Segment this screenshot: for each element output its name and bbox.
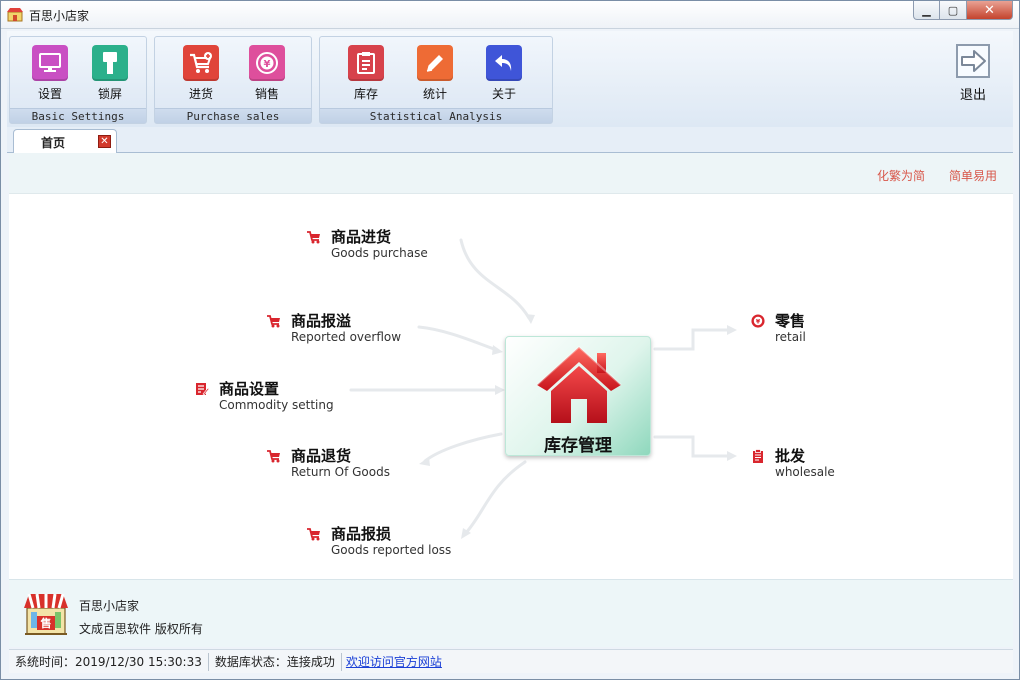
inventory-button[interactable]: 库存 xyxy=(338,45,394,102)
tab-bar: 首页 ✕ xyxy=(7,127,1013,154)
ribbon-group-statistical-analysis: 库存 统计 关于 Statistical Analysis xyxy=(319,36,553,124)
group-label-statistical-analysis: Statistical Analysis xyxy=(320,108,552,123)
statistics-button[interactable]: 统计 xyxy=(407,45,463,102)
home-content: 化繁为简 简单易用 商品进货 Goods purchase 商品报溢 Repor… xyxy=(9,153,1013,579)
window-controls: ▁ ▢ ✕ xyxy=(913,1,1013,21)
node-retail-title: 零售 xyxy=(775,312,806,330)
inventory-management-hub[interactable]: 库存管理 xyxy=(505,336,651,456)
node-commodity-setting-title: 商品设置 xyxy=(219,380,280,398)
group-label-basic-settings: Basic Settings xyxy=(10,108,146,123)
slogan-simplify: 化繁为简 xyxy=(877,169,926,183)
clipboard-icon xyxy=(753,449,763,463)
slogan-strip: 化繁为简 简单易用 xyxy=(9,153,1013,194)
node-wholesale-sub: wholesale xyxy=(775,465,835,479)
slogan-easy: 简单易用 xyxy=(949,169,998,183)
purchase-button[interactable]: 进货 xyxy=(173,45,229,102)
maximize-icon: ▢ xyxy=(947,3,959,17)
cart-icon xyxy=(307,231,320,244)
house-icon xyxy=(536,345,622,423)
window-title: 百思小店家 xyxy=(29,9,90,23)
lock-icon xyxy=(92,45,128,81)
lock-screen-label: 锁屏 xyxy=(97,87,122,101)
cart-icon xyxy=(267,450,280,463)
about-label: 关于 xyxy=(491,87,516,101)
inventory-label: 库存 xyxy=(353,87,378,101)
settings-label: 设置 xyxy=(37,87,62,101)
footer-app-name: 百思小店家 xyxy=(79,599,140,613)
node-commodity-setting-sub: Commodity setting xyxy=(219,398,334,412)
node-return-of-goods-title: 商品退货 xyxy=(291,447,352,465)
about-button[interactable]: 关于 xyxy=(476,45,532,102)
settings-button[interactable]: 设置 xyxy=(22,45,78,102)
cart-plus-icon xyxy=(183,45,219,81)
ribbon-group-basic-settings: 设置 锁屏 Basic Settings xyxy=(9,36,147,124)
undo-arrow-icon xyxy=(486,45,522,81)
group-label-purchase-sales: Purchase sales xyxy=(155,108,311,123)
status-system-time: 系统时间：2019/12/30 15:30:33 xyxy=(9,652,209,671)
sales-button[interactable]: ¥ 销售 xyxy=(239,45,295,102)
yen-coin-icon: ¥ xyxy=(751,314,765,328)
clipboard-icon xyxy=(348,45,384,81)
inventory-flow-diagram: 商品进货 Goods purchase 商品报溢 Reported overfl… xyxy=(9,194,1013,579)
minimize-button[interactable]: ▁ xyxy=(913,1,940,20)
cart-icon xyxy=(267,315,280,328)
tab-home-label: 首页 xyxy=(41,136,66,150)
monitor-icon xyxy=(32,45,68,81)
ribbon: 设置 锁屏 Basic Settings 进货 ¥ 销售 Purchase sa… xyxy=(7,31,1013,127)
node-return-of-goods-sub: Return Of Goods xyxy=(291,465,390,479)
node-retail-sub: retail xyxy=(775,330,806,344)
footer: 售 百思小店家 文成百思软件 版权所有 xyxy=(9,579,1013,647)
app-window: 百思小店家 ▁ ▢ ✕ 设置 锁屏 Basic Settings 进货 ¥ 销售… xyxy=(0,0,1020,680)
node-goods-reported-loss-title: 商品报损 xyxy=(331,525,392,543)
status-bar: 系统时间：2019/12/30 15:30:33 数据库状态：连接成功 欢迎访问… xyxy=(9,649,1013,673)
exit-button[interactable]: 退出 xyxy=(951,43,995,103)
tab-close-button[interactable]: ✕ xyxy=(98,135,111,148)
minimize-icon: ▁ xyxy=(922,3,931,17)
purchase-label: 进货 xyxy=(188,87,213,101)
node-reported-overflow-sub: Reported overflow xyxy=(291,330,402,344)
status-database: 数据库状态：连接成功 xyxy=(209,652,342,671)
close-icon: ✕ xyxy=(100,136,109,147)
ribbon-group-purchase-sales: 进货 ¥ 销售 Purchase sales xyxy=(154,36,312,124)
sales-label: 销售 xyxy=(254,87,279,101)
exit-label: 退出 xyxy=(959,88,986,103)
store-icon xyxy=(7,8,23,22)
statistics-label: 统计 xyxy=(422,87,447,101)
pencil-icon xyxy=(417,45,453,81)
cart-icon xyxy=(307,528,320,541)
inventory-management-label: 库存管理 xyxy=(544,436,612,456)
node-goods-purchase-title: 商品进货 xyxy=(331,228,392,246)
close-icon: ✕ xyxy=(984,2,995,18)
node-wholesale-title: 批发 xyxy=(775,447,806,465)
exit-arrow-icon xyxy=(956,44,990,78)
node-goods-reported-loss-sub: Goods reported loss xyxy=(331,543,452,557)
close-button[interactable]: ✕ xyxy=(967,1,1013,20)
yen-coin-icon: ¥ xyxy=(249,45,285,81)
official-website-link[interactable]: 欢迎访问官方网站 xyxy=(342,653,446,670)
shop-logo-icon: 售 xyxy=(24,593,68,635)
footer-copyright: 文成百思软件 版权所有 xyxy=(79,622,203,636)
node-goods-purchase-sub: Goods purchase xyxy=(331,246,428,260)
shop-logo-text: 售 xyxy=(40,616,52,630)
maximize-button[interactable]: ▢ xyxy=(940,1,967,20)
svg-text:¥: ¥ xyxy=(756,319,761,326)
title-bar: 百思小店家 ▁ ▢ ✕ xyxy=(1,1,1019,29)
svg-text:¥: ¥ xyxy=(264,59,271,70)
node-reported-overflow-title: 商品报溢 xyxy=(291,312,352,330)
lock-screen-button[interactable]: 锁屏 xyxy=(82,45,138,102)
edit-doc-icon xyxy=(196,383,209,396)
tab-home[interactable]: 首页 ✕ xyxy=(13,129,117,154)
